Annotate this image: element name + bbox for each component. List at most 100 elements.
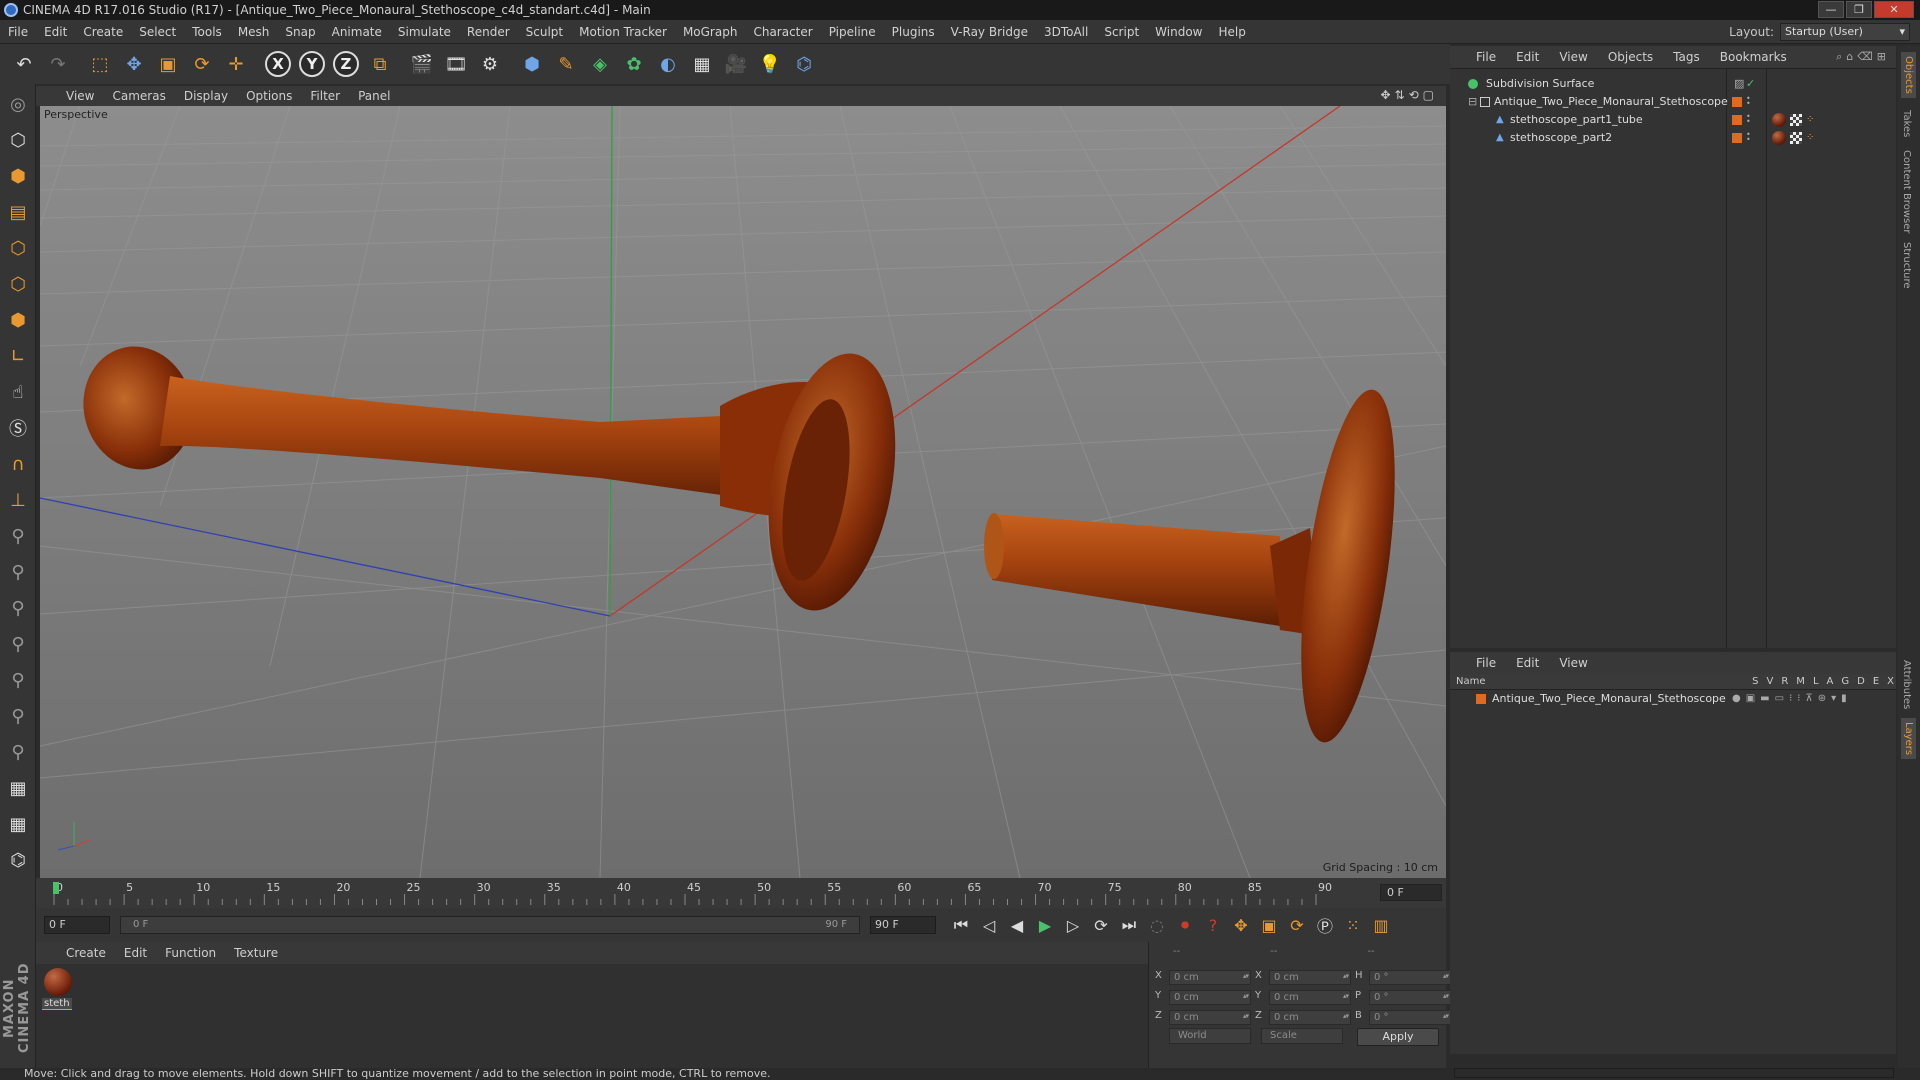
python-script-icon[interactable]: ⌬ xyxy=(2,844,34,876)
objects-menu-file[interactable]: File xyxy=(1476,50,1496,64)
viewport-menu-filter[interactable]: Filter xyxy=(310,89,340,103)
layer-col-view[interactable]: V xyxy=(1767,674,1774,690)
viewport-menu-cameras[interactable]: Cameras xyxy=(112,89,165,103)
expand-icon[interactable]: ⊟ xyxy=(1468,93,1477,111)
horizontal-scrollbar[interactable] xyxy=(1454,1068,1894,1078)
menu-help[interactable]: Help xyxy=(1210,25,1253,39)
undo-icon[interactable]: ↶ xyxy=(8,48,40,80)
material-menu-create[interactable]: Create xyxy=(66,946,106,960)
z-axis-lock[interactable]: Z xyxy=(330,48,362,80)
rotate-tool-icon[interactable]: ⟳ xyxy=(186,48,218,80)
make-editable-icon[interactable]: ◎ xyxy=(2,88,34,120)
enabled-check-icon[interactable]: ✓ xyxy=(1746,75,1755,93)
uvw-tag-icon[interactable] xyxy=(1790,114,1802,126)
sculpt-brush-2-icon[interactable]: ⚲ xyxy=(2,556,34,588)
layer-row[interactable]: Antique_Two_Piece_Monaural_Stethoscope ●… xyxy=(1450,690,1896,708)
menu-vray-bridge[interactable]: V-Ray Bridge xyxy=(943,25,1036,39)
position-x-field[interactable]: 0 cm xyxy=(1169,970,1251,985)
side-tab-structure[interactable]: Structure xyxy=(1901,242,1912,289)
material-tag-icon[interactable] xyxy=(1772,113,1786,127)
render-settings-icon[interactable]: ⚙ xyxy=(474,48,506,80)
frame-range-slider[interactable]: 0 F 90 F xyxy=(120,916,860,934)
play-icon[interactable]: ▶ xyxy=(1032,912,1058,938)
viewport-menu-panel[interactable]: Panel xyxy=(358,89,390,103)
menu-snap[interactable]: Snap xyxy=(277,25,323,39)
menu-script[interactable]: Script xyxy=(1096,25,1147,39)
rotation-key-icon[interactable]: ⟳ xyxy=(1284,912,1310,938)
subdivision-generator-icon[interactable]: ◈ xyxy=(584,48,616,80)
sculpt-brush-4-icon[interactable]: ⚲ xyxy=(2,628,34,660)
deformer-icon[interactable]: ◐ xyxy=(652,48,684,80)
scale-key-icon[interactable]: ▣ xyxy=(1256,912,1282,938)
menu-3dtoall[interactable]: 3DToAll xyxy=(1036,25,1096,39)
previous-frame-icon[interactable]: ◀ xyxy=(1004,912,1030,938)
end-frame-field[interactable]: 90 F xyxy=(870,916,936,934)
objects-menu-view[interactable]: View xyxy=(1559,50,1587,64)
object-row-part2[interactable]: ▲ stethoscope_part2 • • ⁘ xyxy=(1450,129,1896,147)
axis-mode-icon[interactable]: ∟ xyxy=(2,340,34,372)
menu-mograph[interactable]: MoGraph xyxy=(675,25,746,39)
cube-primitive-icon[interactable]: ⬢ xyxy=(516,48,548,80)
current-frame-field[interactable]: 0 F xyxy=(1380,884,1442,901)
material-menu-texture[interactable]: Texture xyxy=(234,946,278,960)
transform-mode-dropdown[interactable]: Scale xyxy=(1261,1028,1343,1044)
go-to-end-icon[interactable]: ⏭ xyxy=(1116,912,1142,938)
grid-settings-icon[interactable]: ▦ xyxy=(2,808,34,840)
camera-icon[interactable]: 🎥 xyxy=(720,48,752,80)
layer-col-expressions[interactable]: E xyxy=(1873,674,1879,690)
viewport-nav-icons[interactable]: ✥⇅⟲▢ xyxy=(1380,88,1438,102)
menu-window[interactable]: Window xyxy=(1147,25,1210,39)
layer-col-xref[interactable]: X xyxy=(1887,674,1894,690)
material-menu-edit[interactable]: Edit xyxy=(124,946,147,960)
object-row-part1-tube[interactable]: ▲ stethoscope_part1_tube • • ⁘ xyxy=(1450,111,1896,129)
scale-tool-icon[interactable]: ▣ xyxy=(152,48,184,80)
visibility-dots[interactable]: • • xyxy=(1746,113,1751,126)
size-y-field[interactable]: 0 cm xyxy=(1269,990,1351,1005)
uvw-tag-icon[interactable] xyxy=(1790,132,1802,144)
side-tab-takes[interactable]: Takes xyxy=(1901,110,1912,137)
redo-icon[interactable]: ↷ xyxy=(42,48,74,80)
visibility-dots[interactable]: • • xyxy=(1746,95,1751,108)
points-mode-icon[interactable]: ⬡ xyxy=(2,232,34,264)
parameter-key-icon[interactable]: Ⓟ xyxy=(1312,912,1338,938)
workplane-icon[interactable]: ⊥ xyxy=(2,484,34,516)
texture-mode-icon[interactable]: ⬢ xyxy=(2,160,34,192)
menu-edit[interactable]: Edit xyxy=(36,25,75,39)
side-tab-objects[interactable]: Objects xyxy=(1901,52,1916,98)
tweak-mode-icon[interactable]: ☝ xyxy=(2,376,34,408)
objects-menu-bookmarks[interactable]: Bookmarks xyxy=(1720,50,1787,64)
objects-menu-objects[interactable]: Objects xyxy=(1608,50,1653,64)
cloner-icon[interactable]: ✿ xyxy=(618,48,650,80)
layer-col-solo[interactable]: S xyxy=(1752,674,1758,690)
object-row-subdivision[interactable]: Subdivision Surface ▨ ✓ xyxy=(1450,75,1896,93)
layer-col-manager[interactable]: M xyxy=(1796,674,1805,690)
minimize-button[interactable]: — xyxy=(1818,1,1844,18)
layer-color-swatch[interactable] xyxy=(1732,133,1742,143)
layer-color-swatch[interactable] xyxy=(1732,115,1742,125)
sculpt-brush-5-icon[interactable]: ⚲ xyxy=(2,664,34,696)
layer-col-generators[interactable]: G xyxy=(1841,674,1849,690)
x-axis-lock[interactable]: X xyxy=(262,48,294,80)
menu-animate[interactable]: Animate xyxy=(324,25,390,39)
object-manager-tool-icons[interactable]: ⌕⌂⌫⊞ xyxy=(1836,50,1890,64)
playhead-marker[interactable] xyxy=(53,882,59,894)
live-selection-icon[interactable]: ⬚ xyxy=(84,48,116,80)
menu-simulate[interactable]: Simulate xyxy=(390,25,459,39)
rotation-p-field[interactable]: 0 ° xyxy=(1369,990,1451,1005)
menu-select[interactable]: Select xyxy=(131,25,184,39)
go-to-start-icon[interactable]: ⏮ xyxy=(948,912,974,938)
y-axis-lock[interactable]: Y xyxy=(296,48,328,80)
material-preview[interactable] xyxy=(44,968,72,996)
side-tab-content-browser[interactable]: Content Browser xyxy=(1901,150,1912,233)
polygons-mode-icon[interactable]: ⬢ xyxy=(2,304,34,336)
move-tool-icon[interactable]: ✥ xyxy=(118,48,150,80)
side-tab-layers[interactable]: Layers xyxy=(1901,718,1916,760)
size-z-field[interactable]: 0 cm xyxy=(1269,1010,1351,1025)
workplane-mode-icon[interactable]: ▤ xyxy=(2,196,34,228)
transform-tool-icon[interactable]: ✛ xyxy=(220,48,252,80)
sculpt-brush-1-icon[interactable]: ⚲ xyxy=(2,520,34,552)
maximize-button[interactable]: ❐ xyxy=(1846,1,1872,18)
layers-menu-view[interactable]: View xyxy=(1559,656,1587,670)
sculpt-brush-6-icon[interactable]: ⚲ xyxy=(2,700,34,732)
previous-key-icon[interactable]: ◁ xyxy=(976,912,1002,938)
